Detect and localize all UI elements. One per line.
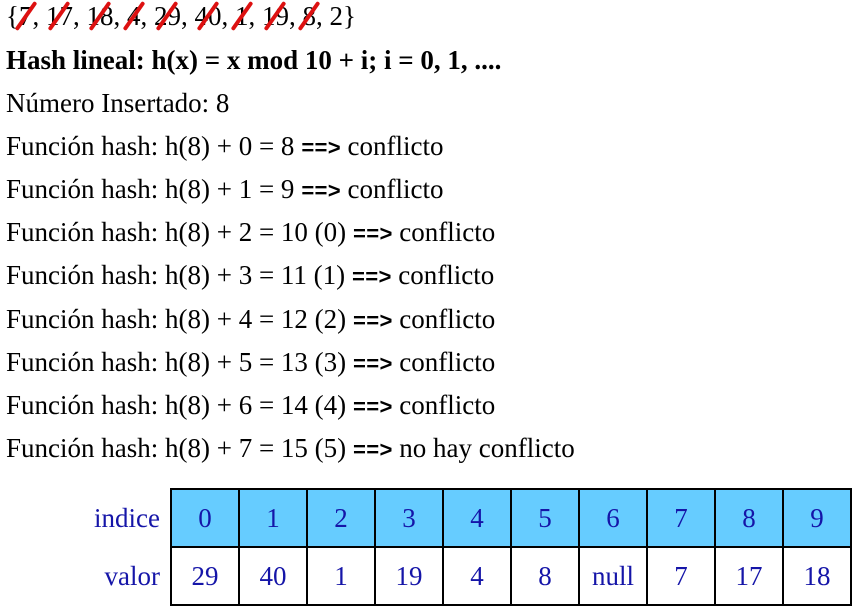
hash-table: indice 0123456789 valor 29 40 1 19 4 8 null 7 17… xyxy=(72,488,852,606)
value-label: valor xyxy=(104,560,160,591)
hash-step: Función hash: h(8) + 3 = 11 (1) ==> conf… xyxy=(6,257,494,297)
index-cell: 3 xyxy=(374,488,444,548)
step-expression: Función hash: h(8) + 7 = 15 (5) xyxy=(6,433,347,463)
hash-step: Función hash: h(8) + 5 = 13 (3) ==> conf… xyxy=(6,344,495,384)
set-item-crossed: 18 xyxy=(86,0,113,34)
step-result: conflicto xyxy=(399,390,496,420)
hash-step: Función hash: h(8) + 2 = 10 (0) ==> conf… xyxy=(6,214,495,254)
set-item: 2 xyxy=(329,1,343,31)
step-result: conflicto xyxy=(399,217,496,247)
value-cell: null xyxy=(578,546,648,606)
set-item-crossed: 40 xyxy=(194,0,221,34)
index-cell: 4 xyxy=(442,488,512,548)
step-arrow: ==> xyxy=(352,223,393,248)
index-cell: 8 xyxy=(714,488,784,548)
hash-table-wrap: indice 0123456789 valor 29 40 1 19 4 8 null 7 17… xyxy=(72,488,852,606)
index-cell: 2 xyxy=(306,488,376,548)
set-item-crossed: 7 xyxy=(19,0,33,34)
step-expression: Función hash: h(8) + 4 = 12 (2) xyxy=(6,304,347,334)
value-cell: 4 xyxy=(442,546,512,606)
set-items: 7, 17, 18, 4, 29, 40, 1, 19, 8, 2 xyxy=(19,1,343,31)
step-result: conflicto xyxy=(347,174,444,204)
index-cell: 6 xyxy=(578,488,648,548)
step-result: conflicto xyxy=(399,304,496,334)
index-cell: 0 xyxy=(170,488,240,548)
value-cell: 19 xyxy=(374,546,444,606)
step-result: conflicto xyxy=(398,260,495,290)
hash-step: Función hash: h(8) + 0 = 8 ==> conflicto xyxy=(6,128,444,168)
index-cell: 7 xyxy=(646,488,716,548)
value-cell: 18 xyxy=(782,546,852,606)
index-cell: 5 xyxy=(510,488,580,548)
index-cell: 9 xyxy=(782,488,852,548)
step-expression: Función hash: h(8) + 0 = 8 xyxy=(6,131,295,161)
step-arrow: ==> xyxy=(301,180,341,205)
value-cell: 1 xyxy=(306,546,376,606)
index-cell: 1 xyxy=(238,488,308,548)
hash-step: Función hash: h(8) + 4 = 12 (2) ==> conf… xyxy=(6,301,495,341)
value-cell: 40 xyxy=(238,546,308,606)
step-result: conflicto xyxy=(399,347,496,377)
value-cell: 17 xyxy=(714,546,784,606)
step-expression: Función hash: h(8) + 5 = 13 (3) xyxy=(6,347,347,377)
step-expression: Función hash: h(8) + 3 = 11 (1) xyxy=(6,260,346,290)
index-label: indice xyxy=(94,502,160,533)
step-result: no hay conflicto xyxy=(399,433,575,463)
step-expression: Función hash: h(8) + 2 = 10 (0) xyxy=(6,217,347,247)
set-item-crossed: 29 xyxy=(154,0,181,34)
step-expression: Función hash: h(8) + 1 = 9 xyxy=(6,174,295,204)
set-close-brace: } xyxy=(342,1,356,31)
set-separator: , xyxy=(72,1,87,31)
hash-step: Función hash: h(8) + 1 = 9 ==> conflicto xyxy=(6,171,444,211)
value-cell: 7 xyxy=(646,546,716,606)
set-separator: , xyxy=(180,1,195,31)
set-item-crossed: 17 xyxy=(46,0,73,34)
value-row: valor 29 40 1 19 4 8 null 7 17 18 xyxy=(72,546,852,606)
step-arrow: ==> xyxy=(351,266,392,291)
set-item-crossed: 4 xyxy=(127,0,141,34)
index-row: indice 0123456789 xyxy=(72,488,852,548)
hash-title: Hash lineal: h(x) = x mod 10 + i; i = 0,… xyxy=(6,45,502,75)
hash-step: Función hash: h(8) + 6 = 14 (4) ==> conf… xyxy=(6,387,495,427)
step-arrow: ==> xyxy=(352,353,393,378)
set-item-crossed: 8 xyxy=(302,0,316,34)
step-arrow: ==> xyxy=(352,396,393,421)
value-cell: 29 xyxy=(170,546,240,606)
value-cell: 8 xyxy=(510,546,580,606)
step-arrow: ==> xyxy=(301,137,341,162)
step-arrow: ==> xyxy=(352,310,393,335)
set-item-crossed: 1 xyxy=(235,0,249,34)
set-item-crossed: 19 xyxy=(262,0,289,34)
step-arrow: ==> xyxy=(352,439,393,464)
step-expression: Función hash: h(8) + 6 = 14 (4) xyxy=(6,390,347,420)
inserted-number-label: Número Insertado: 8 xyxy=(6,88,230,118)
number-set: {7, 17, 18, 4, 29, 40, 1, 19, 8, 2} xyxy=(6,0,356,34)
hash-step: Función hash: h(8) + 7 = 15 (5) ==> no h… xyxy=(6,430,575,470)
step-result: conflicto xyxy=(347,131,444,161)
